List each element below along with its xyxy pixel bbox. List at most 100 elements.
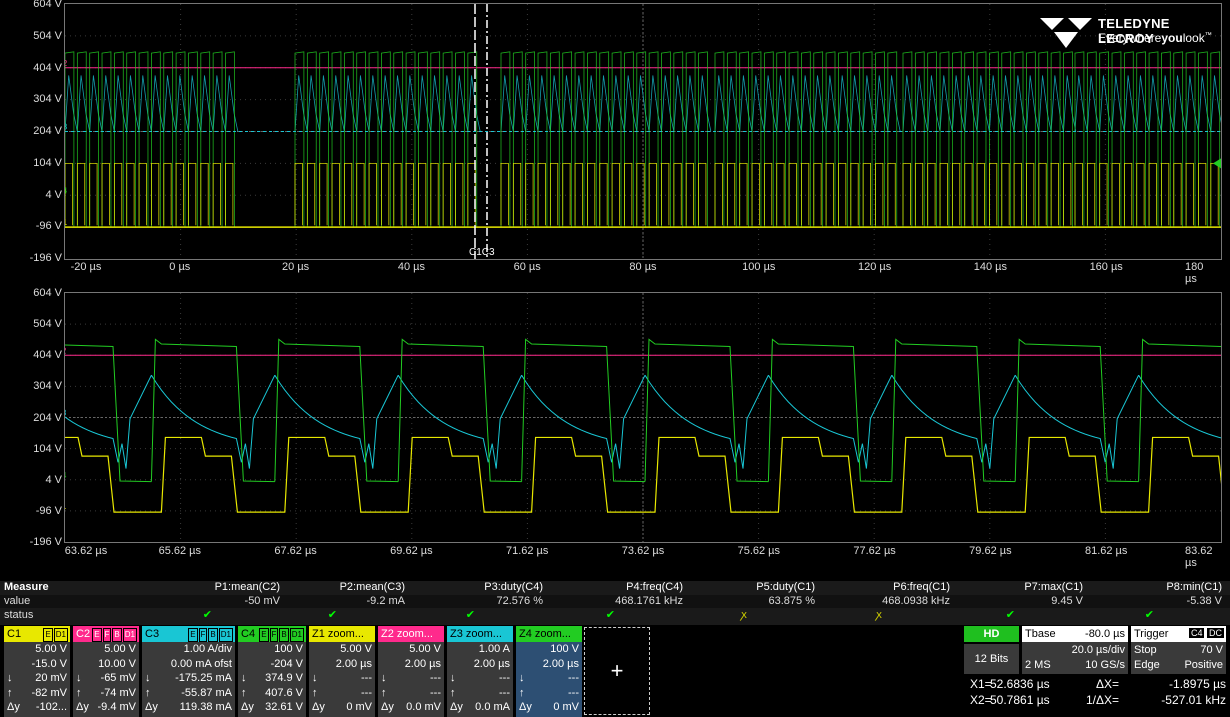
channel-name: Z4 zoom... [519, 628, 571, 640]
c1-trace [65, 162, 1219, 226]
measure-param-name[interactable]: P3:duty(C4) [484, 581, 543, 594]
upper-x-label: 120 µs [857, 261, 892, 273]
measure-param-name[interactable]: P1:mean(C2) [215, 581, 280, 594]
channel-badges: E F B D1 [187, 628, 233, 642]
channel-descriptor[interactable]: C3 E F B D1 1.00 A/div 0.00 mA ofst ↓ -175.25 mA… [142, 626, 235, 717]
measure-param-name[interactable]: P8:min(C1) [1166, 581, 1222, 594]
status-ok-icon: ✔ [327, 609, 337, 621]
upper-x-label: 180 µs [1185, 261, 1204, 285]
lower-y-label: 504 V [33, 318, 62, 331]
lower-x-label: 81.62 µs [1084, 545, 1128, 557]
measure-param-value: 468.0938 kHz [882, 595, 950, 607]
channel-name: C3 [145, 628, 160, 640]
row-value: -9.4 mV [97, 701, 136, 713]
measure-param-name[interactable]: P5:duty(C1) [756, 581, 815, 594]
logo-mark-icon [1040, 18, 1092, 48]
upper-x-label: 20 µs [282, 261, 310, 273]
upper-y-label: 104 V [33, 156, 62, 169]
row-value: 2.00 µs [473, 657, 510, 670]
row-value: 0 mV [346, 701, 372, 713]
measure-param-name[interactable]: P6:freq(C1) [893, 581, 950, 594]
channel-name: C4 [241, 628, 256, 640]
zoom-waveform-grid[interactable]: Z2 Z3 Z4 Z1 [64, 292, 1222, 543]
row-value: -204 V [270, 657, 303, 670]
row-value: 0.0 mA [475, 701, 510, 713]
trigger-mode: Stop [1134, 644, 1157, 656]
trigger-level: 70 V [1200, 644, 1223, 656]
lower-x-label: 83.62 µs [1185, 545, 1213, 569]
measure-param-value: -9.2 mA [366, 595, 405, 607]
row-value: --- [430, 686, 441, 699]
measure-param-value: 63.875 % [768, 595, 815, 607]
channel-descriptor[interactable]: Z3 zoom... 1.00 A 2.00 µs ↓ --- ↑ --- Δy 0.0 mA [447, 626, 513, 717]
row-value: --- [568, 686, 579, 699]
tbase-value: -80.0 µs [1085, 628, 1125, 640]
channel-descriptor[interactable]: C2 E F B D1 5.00 V 10.00 V ↓ -65 mV ↑ -74 mV Δy -9.4… [73, 626, 139, 717]
teledyne-lecroy-logo: TELEDYNE LECROY Everywhereyoulook™ [1038, 16, 1218, 52]
channel-tag: C2 [65, 59, 68, 68]
timebase-trigger-panel[interactable]: HD 12 Bits Tbase -80.0 µs 20.0 µs/div 2 … [964, 626, 1226, 717]
lower-x-label: 73.62 µs [621, 545, 665, 557]
status-ok-icon: ✔ [1005, 609, 1015, 621]
lower-x-label: 71.62 µs [505, 545, 549, 557]
lower-y-label: 404 V [33, 349, 62, 362]
row-value: -175.25 mA [175, 672, 232, 684]
row-value: 10.00 V [98, 657, 136, 670]
channel-badges: E D1 [42, 628, 68, 642]
row-value: 0.0 mV [406, 701, 441, 713]
row-value: -65 mV [100, 672, 136, 684]
row-symbol: ↑ [145, 686, 151, 699]
channel-name: C2 [76, 628, 91, 640]
row-value: 100 V [550, 643, 579, 655]
measure-table[interactable]: Measure P1:mean(C2) P2:mean(C3) P3:duty(C4… [0, 581, 1230, 625]
row-value: --- [430, 672, 441, 684]
measure-param-value: 468.1761 kHz [615, 595, 683, 607]
time-per-div: 20.0 µs/div [1071, 644, 1125, 656]
channel-descriptor[interactable]: Z2 zoom... 5.00 V 2.00 µs ↓ --- ↑ --- Δy 0.0 mV [378, 626, 444, 717]
channel-tag: Z2 [65, 346, 67, 355]
hd-badge: HD [964, 626, 1019, 642]
measure-param-name[interactable]: P2:mean(C3) [340, 581, 405, 594]
upper-x-label: 60 µs [513, 261, 541, 273]
row-value: 1.00 A [478, 643, 510, 655]
row-symbol: Δy [145, 701, 158, 713]
row-symbol: ↓ [145, 672, 151, 684]
row-symbol: ↑ [7, 686, 13, 699]
row-symbol: Δy [519, 701, 532, 713]
measure-param-value: 72.576 % [496, 595, 543, 607]
add-channel-button[interactable]: + [584, 627, 650, 715]
upper-x-label: 0 µs [169, 261, 191, 273]
channel-tag: C3 [65, 123, 68, 132]
lower-x-label: 79.62 µs [969, 545, 1012, 557]
timebase-box[interactable]: Tbase -80.0 µs 20.0 µs/div 2 MS 10 GS/s [1022, 626, 1128, 674]
trigger-label: Trigger [1134, 628, 1169, 640]
trigger-box[interactable]: Trigger C4 DC Stop 70 V Edge Positive [1131, 626, 1226, 674]
row-symbol: ↑ [241, 686, 247, 699]
row-symbol: ↓ [76, 672, 82, 684]
measure-param-name[interactable]: P7:max(C1) [1024, 581, 1083, 594]
row-symbol: ↑ [381, 686, 387, 699]
row-symbol: ↑ [450, 686, 456, 699]
sample-count: 2 MS [1025, 659, 1051, 671]
upper-y-label: 504 V [33, 29, 62, 42]
upper-x-label: 80 µs [629, 261, 657, 273]
row-value: --- [361, 672, 372, 684]
channel-tag: C1 [65, 218, 68, 227]
row-symbol: Δy [76, 701, 89, 713]
row-symbol: ↑ [312, 686, 318, 699]
channel-descriptor[interactable]: C4 E F B D1 100 V -204 V ↓ 374.9 V ↑ 407.6 V Δy 32.6… [238, 626, 306, 717]
lower-y-label: 604 V [33, 287, 62, 299]
channel-descriptor[interactable]: Z4 zoom... 100 V 2.00 µs ↓ --- ↑ --- Δy 0 mV [516, 626, 582, 717]
channel-descriptor[interactable]: C1 E D1 5.00 V -15.0 V ↓ 20 mV ↑ -82 mV Δy -102... [4, 626, 70, 717]
lower-y-label: 204 V [33, 411, 62, 424]
row-value: 2.00 µs [404, 657, 441, 670]
upper-x-label: -20 µs [70, 261, 102, 273]
measure-param-name[interactable]: P4:freq(C4) [626, 581, 683, 594]
status-ok-icon: ✔ [605, 609, 615, 621]
upper-y-label: -196 V [29, 252, 62, 264]
channel-descriptor[interactable]: Z1 zoom... 5.00 V 2.00 µs ↓ --- ↑ --- Δy 0 mV [309, 626, 375, 717]
row-value: 2.00 µs [542, 657, 579, 670]
row-value: 1.00 A/div [183, 643, 232, 655]
status-ok-icon: ✔ [465, 609, 475, 621]
channel-badges: E F B D1 [91, 628, 137, 642]
